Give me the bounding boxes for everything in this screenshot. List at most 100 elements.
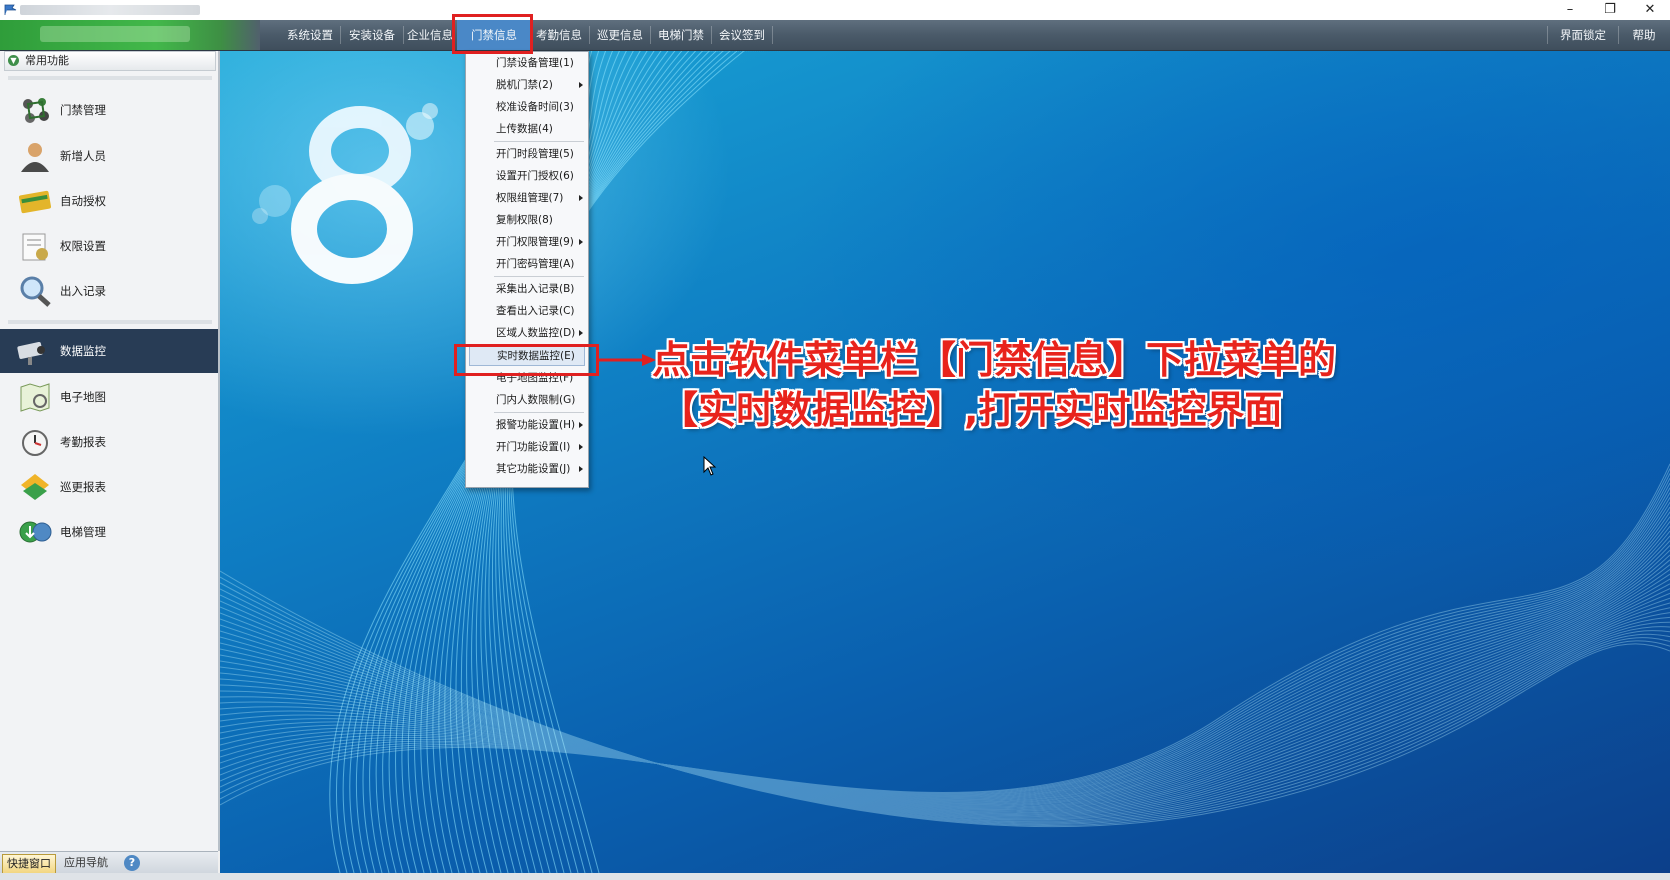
sidebar-header-label: 常用功能 bbox=[25, 54, 69, 67]
annotation-arrow-icon bbox=[598, 354, 656, 366]
menu-item-set-door-auth[interactable]: 设置开门授权(6) bbox=[466, 165, 588, 187]
menu-item-view-records[interactable]: 查看出入记录(C) bbox=[466, 300, 588, 322]
sidebar-item-add-person[interactable]: 新增人员 bbox=[6, 134, 214, 178]
menu-bar: 系统设置 安装设备 企业信息 门禁信息 考勤信息 巡更信息 电梯门禁 会议签到 … bbox=[0, 20, 1670, 51]
camera-icon bbox=[17, 342, 45, 365]
sidebar: ▼ 常用功能 门禁管理 新增人员 自动授权 权限设置 出入记录 数据监控 电子地… bbox=[0, 51, 220, 851]
wave-decoration bbox=[220, 51, 1670, 873]
annotation-line-1: 点击软件菜单栏【门禁信息】下拉菜单的 bbox=[652, 338, 1337, 382]
help-icon[interactable]: ? bbox=[124, 855, 140, 871]
menu-item-upload-data[interactable]: 上传数据(4) bbox=[466, 118, 588, 140]
menu-item-permission-group[interactable]: 权限组管理(7) bbox=[466, 187, 588, 209]
sidebar-item-door-control[interactable]: 门禁管理 bbox=[6, 88, 214, 132]
status-bar bbox=[0, 873, 1670, 880]
sidebar-item-data-monitor[interactable]: 数据监控 bbox=[0, 329, 218, 373]
menu-separator bbox=[403, 26, 404, 44]
menu-elevator-access[interactable]: 电梯门禁 bbox=[653, 20, 709, 50]
menu-item-door-permission[interactable]: 开门权限管理(9) bbox=[466, 231, 588, 253]
tab-app-navigation[interactable]: 应用导航 bbox=[58, 854, 114, 872]
menu-separator bbox=[711, 26, 712, 44]
menu-item-copy-permission[interactable]: 复制权限(8) bbox=[466, 209, 588, 231]
sidebar-item-elevator-management[interactable]: 电梯管理 bbox=[6, 510, 214, 554]
mouse-cursor-icon bbox=[703, 456, 717, 476]
magnifier-icon bbox=[20, 276, 51, 307]
sidebar-item-label: 电梯管理 bbox=[60, 525, 106, 539]
menu-item-door-password[interactable]: 开门密码管理(A) bbox=[466, 253, 588, 275]
menu-item-headcount-limit[interactable]: 门内人数限制(G) bbox=[466, 389, 588, 411]
sidebar-item-patrol-report[interactable]: 巡更报表 bbox=[6, 465, 214, 509]
menu-item-offline-door[interactable]: 脱机门禁(2) bbox=[466, 74, 588, 96]
sidebar-item-permission-settings[interactable]: 权限设置 bbox=[6, 224, 214, 268]
sidebar-item-attendance-report[interactable]: 考勤报表 bbox=[6, 420, 214, 464]
menu-company-info[interactable]: 企业信息 bbox=[406, 20, 454, 50]
menu-separator bbox=[494, 141, 584, 142]
submenu-arrow-icon bbox=[579, 466, 583, 472]
menu-item-calibrate-time[interactable]: 校准设备时间(3) bbox=[466, 96, 588, 118]
sidebar-item-label: 考勤报表 bbox=[60, 435, 106, 449]
menu-item-other-function[interactable]: 其它功能设置(J) bbox=[466, 458, 588, 480]
annotation-line-2: 【实时数据监控】,打开实时监控界面 bbox=[660, 388, 1283, 432]
menu-lock-interface[interactable]: 界面锁定 bbox=[1550, 20, 1616, 50]
person-icon bbox=[21, 143, 49, 172]
menu-patrol-info[interactable]: 巡更信息 bbox=[592, 20, 648, 50]
minimize-button[interactable]: – bbox=[1550, 0, 1590, 20]
sidebar-bottom-tabs: 快捷窗口 应用导航 ? bbox=[0, 851, 218, 874]
menu-item-area-headcount[interactable]: 区域人数监控(D) bbox=[466, 322, 588, 344]
sidebar-item-label: 数据监控 bbox=[60, 344, 106, 358]
submenu-arrow-icon bbox=[579, 330, 583, 336]
menu-attendance-info[interactable]: 考勤信息 bbox=[531, 20, 587, 50]
sidebar-item-label: 巡更报表 bbox=[60, 480, 106, 494]
menu-item-door-device-manage[interactable]: 门禁设备管理(1) bbox=[466, 52, 588, 74]
sidebar-item-auto-authorize[interactable]: 自动授权 bbox=[6, 179, 214, 223]
menu-separator bbox=[650, 26, 651, 44]
tab-quick-window[interactable]: 快捷窗口 bbox=[2, 854, 56, 874]
menu-separator bbox=[1547, 26, 1548, 44]
menu-item-door-function[interactable]: 开门功能设置(I) bbox=[466, 436, 588, 458]
main-background bbox=[220, 51, 1670, 873]
submenu-arrow-icon bbox=[579, 444, 583, 450]
elevator-icon bbox=[19, 521, 52, 543]
sidebar-item-label: 权限设置 bbox=[60, 239, 106, 253]
highlight-box-menu bbox=[452, 14, 533, 54]
menu-meeting-signin[interactable]: 会议签到 bbox=[714, 20, 770, 50]
logo-eight-icon bbox=[252, 103, 438, 284]
logo-obscured bbox=[40, 26, 190, 42]
permission-icon bbox=[22, 233, 48, 261]
door-control-icon bbox=[23, 98, 49, 123]
sidebar-item-label: 门禁管理 bbox=[60, 103, 106, 117]
sidebar-divider bbox=[8, 76, 212, 80]
map-icon bbox=[20, 383, 50, 412]
menu-separator bbox=[772, 26, 773, 44]
card-icon bbox=[18, 190, 52, 214]
restore-button[interactable]: ❐ bbox=[1590, 0, 1630, 20]
app-flag-icon bbox=[4, 4, 17, 15]
menu-separator bbox=[589, 26, 590, 44]
clock-icon bbox=[22, 430, 48, 456]
submenu-arrow-icon bbox=[579, 422, 583, 428]
close-button[interactable]: ✕ bbox=[1630, 0, 1670, 20]
brand-logo bbox=[0, 20, 260, 50]
menu-system-settings[interactable]: 系统设置 bbox=[282, 20, 338, 50]
menu-help[interactable]: 帮助 bbox=[1621, 20, 1667, 50]
window-title-obscured bbox=[20, 5, 200, 15]
annotation-text: 点击软件菜单栏【门禁信息】下拉菜单的 【实时数据监控】,打开实时监控界面 bbox=[652, 335, 1372, 435]
menu-separator bbox=[494, 412, 584, 413]
menu-install-device[interactable]: 安装设备 bbox=[343, 20, 401, 50]
menu-item-alarm-settings[interactable]: 报警功能设置(H) bbox=[466, 414, 588, 436]
menu-item-collect-records[interactable]: 采集出入记录(B) bbox=[466, 278, 588, 300]
menu-separator bbox=[1618, 26, 1619, 44]
menu-item-door-time-period[interactable]: 开门时段管理(5) bbox=[466, 143, 588, 165]
sidebar-item-label: 新增人员 bbox=[60, 149, 106, 163]
sidebar-item-label: 电子地图 bbox=[60, 390, 106, 404]
menu-separator bbox=[340, 26, 341, 44]
sidebar-item-access-records[interactable]: 出入记录 bbox=[6, 269, 214, 313]
sidebar-item-label: 自动授权 bbox=[60, 194, 106, 208]
submenu-arrow-icon bbox=[579, 195, 583, 201]
submenu-arrow-icon bbox=[579, 82, 583, 88]
title-bar: – ❐ ✕ bbox=[0, 0, 1670, 21]
menu-separator bbox=[494, 276, 584, 277]
submenu-arrow-icon bbox=[579, 239, 583, 245]
sidebar-item-electronic-map[interactable]: 电子地图 bbox=[6, 375, 214, 419]
collapse-icon[interactable]: ▼ bbox=[8, 55, 19, 66]
sidebar-header[interactable]: ▼ 常用功能 bbox=[4, 51, 216, 71]
